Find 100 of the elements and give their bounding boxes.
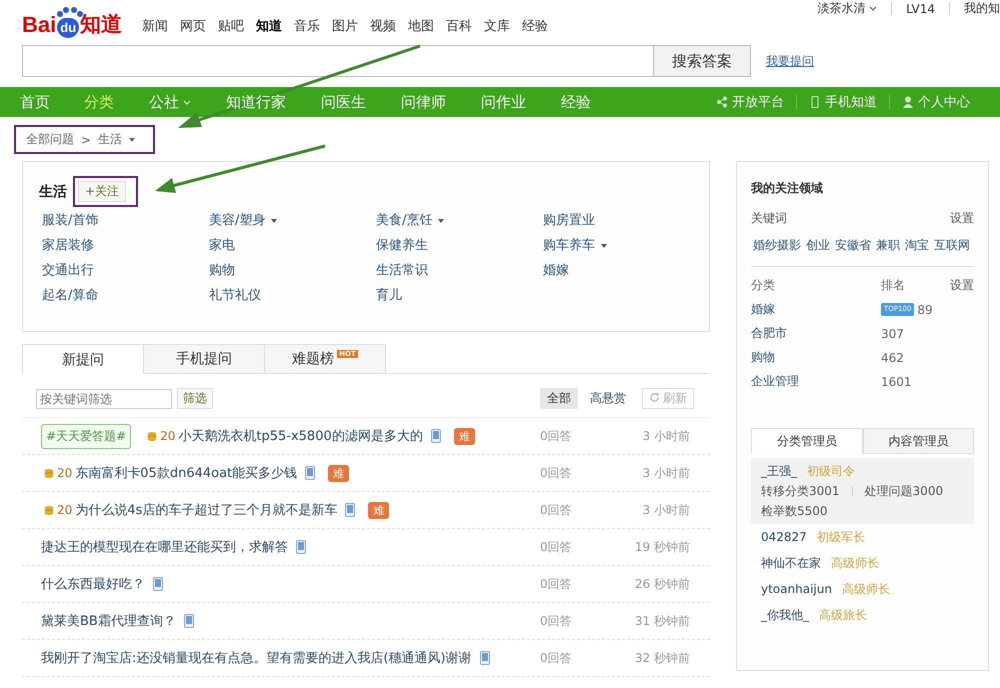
manager-stat: 检举数5500 xyxy=(761,503,828,520)
manager-name[interactable]: _你我他_ xyxy=(761,605,809,625)
manager-name[interactable]: 神仙不在家 xyxy=(761,553,821,573)
phone-icon xyxy=(345,503,356,517)
manager-name[interactable]: ytoanhaijun xyxy=(761,579,832,599)
keyword-link[interactable]: 婚纱摄影 xyxy=(753,237,801,254)
manager-rank: 高级旅长 xyxy=(819,607,867,624)
reward-points: 20 xyxy=(160,429,176,443)
difficult-badge: 难 xyxy=(328,464,350,482)
breadcrumb-current[interactable]: 生活 xyxy=(98,131,136,148)
top-nav-link[interactable]: 图片 xyxy=(332,17,358,35)
question-link[interactable]: 黛莱美BB霜代理查询？ xyxy=(41,612,176,630)
question-tab[interactable]: 手机提问 xyxy=(143,344,265,373)
difficult-badge: 难 xyxy=(454,428,475,444)
follow-button[interactable]: +关注 xyxy=(78,181,126,202)
keyword-link[interactable]: 安徽省 xyxy=(835,237,871,254)
category-link[interactable]: 婚嫁 xyxy=(751,301,881,318)
subcategory-link[interactable]: 育儿 xyxy=(376,286,402,305)
question-link[interactable]: 什么东西最好吃？ xyxy=(41,575,145,593)
category-link[interactable]: 合肥市 xyxy=(751,325,881,342)
question-link[interactable]: 我刚开了淘宝店:还没销量现在有点急。望有需要的进入我店(穗通通风)谢谢 xyxy=(41,649,472,667)
filter-button[interactable]: 筛选 xyxy=(177,388,213,409)
phone-icon xyxy=(153,577,163,591)
refresh-icon xyxy=(649,392,660,403)
top-nav-link[interactable]: 文库 xyxy=(484,17,510,35)
question-time: 32 秒钟前 xyxy=(634,650,690,666)
question-time: 3 小时前 xyxy=(642,464,690,482)
top-nav-link[interactable]: 经验 xyxy=(522,17,548,35)
manager-name[interactable]: _王强_ xyxy=(761,461,797,481)
top-nav-link[interactable]: 网页 xyxy=(180,17,206,35)
keyword-link[interactable]: 兼职 xyxy=(876,237,900,254)
subcategory-link[interactable]: 礼节礼仪 xyxy=(209,286,261,305)
reward-points: 20 xyxy=(57,503,72,517)
answer-count: 0回答 xyxy=(540,428,573,444)
question-link[interactable]: 东南富利卡05款dn644oat能买多少钱 xyxy=(75,464,298,482)
subcategory-link[interactable]: 购车养车 xyxy=(543,236,607,255)
manager-tab[interactable]: 内容管理员 xyxy=(862,428,974,454)
top-nav-link[interactable]: 知道 xyxy=(256,17,282,35)
sort-option[interactable]: 高悬赏 xyxy=(583,388,633,409)
breadcrumb-separator: > xyxy=(81,132,92,146)
search-button[interactable]: 搜索答案 xyxy=(654,45,751,77)
subcategory-link[interactable]: 婚嫁 xyxy=(543,261,569,280)
top-nav-link[interactable]: 贴吧 xyxy=(218,17,244,35)
question-link[interactable]: 小天鹅洗衣机tp55-x5800的滤网是多大的 xyxy=(178,427,423,445)
subcategory-link[interactable]: 家居装修 xyxy=(42,236,94,255)
rank-value: 1601 xyxy=(881,374,912,388)
keyword-link[interactable]: 互联网 xyxy=(934,237,970,254)
breadcrumb-link[interactable]: 全部问题 xyxy=(26,131,74,148)
answer-count: 0回答 xyxy=(540,538,573,556)
manager-tab[interactable]: 分类管理员 xyxy=(751,428,862,454)
caret-down-icon xyxy=(271,218,278,222)
subcategory-link[interactable]: 家电 xyxy=(209,236,235,255)
question-time: 26 秒钟前 xyxy=(634,576,690,592)
manager-name[interactable]: 042827 xyxy=(761,527,807,547)
question-tab[interactable]: 新提问 xyxy=(22,344,144,374)
ask-question-link[interactable]: 我要提问 xyxy=(766,52,814,70)
caret-down-icon xyxy=(438,218,444,222)
top-nav-link[interactable]: 视频 xyxy=(370,17,396,35)
subcategory-link[interactable]: 美容/塑身 xyxy=(209,211,278,230)
answer-count: 0回答 xyxy=(540,576,573,592)
top-nav-link[interactable]: 音乐 xyxy=(294,17,320,35)
subcategory-link[interactable]: 保健养生 xyxy=(376,236,428,255)
subcategory-link[interactable]: 交通出行 xyxy=(42,261,94,280)
coin-icon xyxy=(147,431,158,441)
baidu-logo[interactable]: Bai du 知道 xyxy=(22,2,122,38)
top-nav-link[interactable]: 地图 xyxy=(408,17,434,35)
share-icon xyxy=(716,96,728,108)
top-nav-link[interactable]: 新闻 xyxy=(142,17,168,35)
manager-rank: 初级军长 xyxy=(816,529,865,546)
question-link[interactable]: 为什么说4s店的车子超过了三个月就不是新车 xyxy=(75,501,338,519)
subcategory-link[interactable]: 购房置业 xyxy=(543,211,595,230)
answer-count: 0回答 xyxy=(540,464,573,482)
top-nav-link[interactable]: 百科 xyxy=(446,17,472,35)
settings-link[interactable]: 设置 xyxy=(950,277,974,294)
keyword-link[interactable]: 淘宝 xyxy=(905,237,929,254)
answer-count: 0回答 xyxy=(540,650,573,666)
rank-value: 89 xyxy=(917,302,933,316)
subcategory-link[interactable]: 美食/烹饪 xyxy=(376,211,444,230)
username-menu[interactable]: 淡茶水清 xyxy=(817,0,878,17)
subcategory-link[interactable]: 购物 xyxy=(209,261,235,280)
keyword-filter-field[interactable]: 按关键词筛选 xyxy=(36,388,172,408)
subcategory-link[interactable]: 服装/首饰 xyxy=(42,211,98,230)
sort-option[interactable]: 全部 xyxy=(540,388,578,409)
reward-points: 20 xyxy=(57,466,72,480)
my-link[interactable]: 我的知 xyxy=(964,0,1000,17)
settings-link[interactable]: 设置 xyxy=(950,210,974,227)
subcategory-link[interactable]: 起名/算命 xyxy=(42,286,98,305)
question-link[interactable]: 捷达王的模型现在在哪里还能买到，求解答 xyxy=(41,538,288,556)
coin-icon xyxy=(44,468,54,478)
coin-icon xyxy=(44,505,54,515)
difficult-badge: 难 xyxy=(368,502,390,518)
subcategory-link[interactable]: 生活常识 xyxy=(376,261,428,280)
phone-icon xyxy=(296,540,306,554)
category-link[interactable]: 购物 xyxy=(751,349,881,366)
category-link[interactable]: 企业管理 xyxy=(751,373,881,390)
keyword-link[interactable]: 创业 xyxy=(806,237,830,254)
search-field[interactable] xyxy=(22,45,654,77)
question-time: 3 小时前 xyxy=(642,502,690,518)
level-label: LV14 xyxy=(906,2,935,16)
phone-icon xyxy=(184,614,194,628)
